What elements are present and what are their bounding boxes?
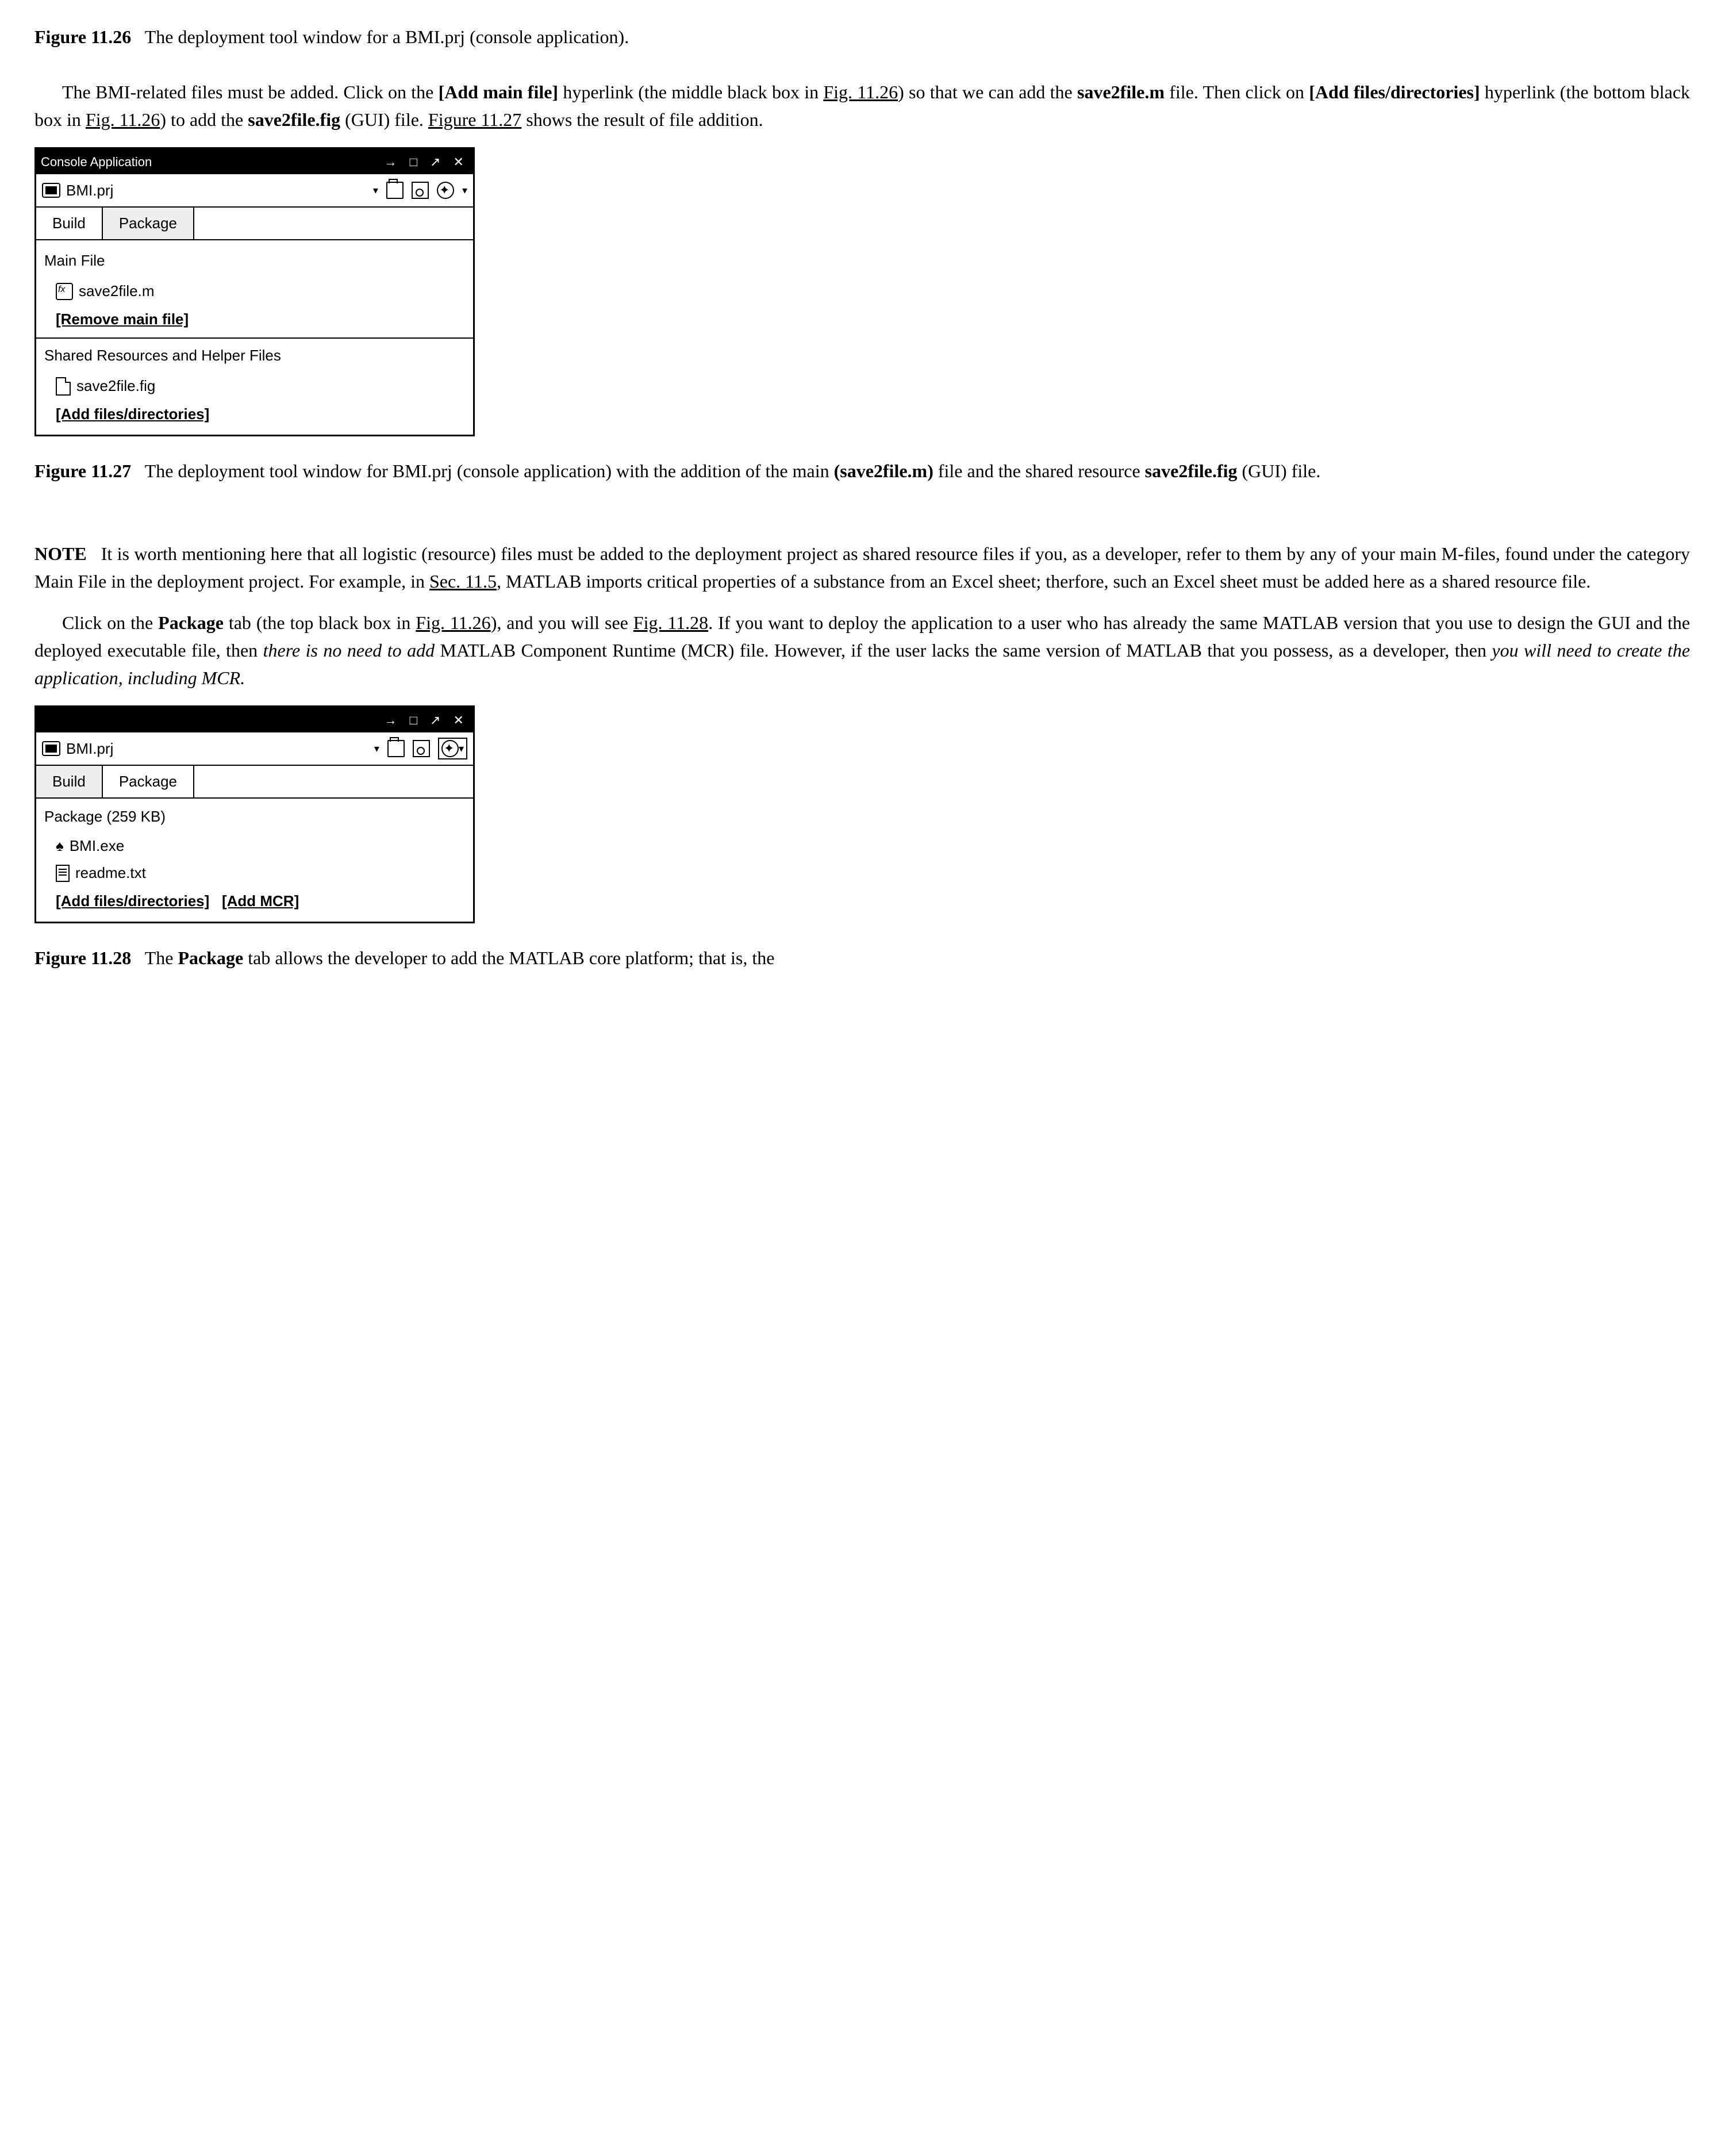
deployment-window-fig27: Console Application → □ ↗ ✕ BMI.prj ▾ ▾ … (34, 147, 475, 436)
tab-build[interactable]: Build (36, 766, 103, 797)
tab-package[interactable]: Package (103, 208, 194, 239)
figure-11-26-text: The deployment tool window for a BMI.prj… (145, 26, 629, 47)
shared-file-name: save2file.fig (76, 375, 155, 397)
window-controls[interactable]: → □ ↗ ✕ (385, 711, 469, 730)
panel-divider (36, 337, 473, 339)
main-file-row: save2file.m (44, 278, 465, 305)
text-file-icon (56, 865, 70, 882)
fig-file-icon (56, 377, 71, 396)
link-sec-11-5[interactable]: Sec. 11.5 (429, 571, 497, 592)
deployment-window-fig28: → □ ↗ ✕ BMI.prj ▾ ▾ Build Package Packag… (34, 705, 475, 923)
note-paragraph: NOTE It is worth mentioning here that al… (34, 540, 1690, 595)
main-file-name: save2file.m (79, 280, 155, 302)
figure-11-28-text: The Package tab allows the developer to … (145, 947, 775, 968)
figure-11-28-label: Figure 11.28 (34, 947, 131, 968)
figure-11-26-caption: Figure 11.26 The deployment tool window … (34, 23, 1690, 51)
remove-main-file-link-row: [Remove main file] (44, 305, 465, 332)
build-panel: Main File save2file.m [Remove main file]… (36, 240, 473, 435)
readme-file-name: readme.txt (75, 862, 146, 884)
package-links-row: [Add files/directories] [Add MCR] (44, 887, 465, 914)
project-icon (42, 183, 60, 198)
remove-main-file-link[interactable]: [Remove main file] (56, 310, 189, 328)
tab-package[interactable]: Package (103, 766, 194, 797)
shared-file-row: save2file.fig (44, 373, 465, 400)
project-icon (42, 741, 60, 756)
link-fig-11-26-c[interactable]: Fig. 11.26 (416, 612, 490, 633)
save-icon[interactable] (413, 740, 430, 757)
exe-icon: ♠ (56, 835, 64, 857)
exe-file-name: BMI.exe (70, 835, 124, 857)
toolbar: BMI.prj ▾ ▾ (36, 732, 473, 766)
figure-11-27-caption: Figure 11.27 The deployment tool window … (34, 457, 1690, 485)
package-panel: Package (259 KB) ♠ BMI.exe readme.txt [A… (36, 799, 473, 922)
link-fig-11-26-a[interactable]: Fig. 11.26 (823, 82, 898, 102)
open-icon[interactable] (386, 182, 404, 199)
add-files-directories-link[interactable]: [Add files/directories] (56, 405, 209, 423)
dropdown-icon[interactable]: ▾ (374, 741, 379, 757)
window-controls[interactable]: → □ ↗ ✕ (385, 152, 469, 171)
link-fig-11-28[interactable]: Fig. 11.28 (633, 612, 708, 633)
window-title: Console Application (41, 152, 152, 171)
dropdown-icon[interactable]: ▾ (373, 183, 378, 198)
note-label: NOTE (34, 543, 87, 564)
settings-dropdown-icon: ▾ (459, 741, 464, 757)
project-name: BMI.prj (66, 179, 113, 202)
project-name: BMI.prj (66, 738, 113, 760)
titlebar: → □ ↗ ✕ (36, 707, 473, 732)
mfile-icon (56, 283, 73, 300)
link-fig-11-27[interactable]: Figure 11.27 (428, 109, 521, 130)
settings-icon[interactable] (437, 182, 454, 199)
settings-box[interactable]: ▾ (438, 738, 467, 759)
settings-icon (441, 740, 459, 757)
figure-11-27-label: Figure 11.27 (34, 461, 131, 481)
toolbar: BMI.prj ▾ ▾ (36, 174, 473, 208)
tabbar: Build Package (36, 208, 473, 240)
body-paragraph-3: Click on the Package tab (the top black … (34, 609, 1690, 692)
body-paragraph-1: The BMI-related files must be added. Cli… (34, 78, 1690, 133)
open-icon[interactable] (387, 740, 405, 757)
save-icon[interactable] (412, 182, 429, 199)
link-fig-11-26-b[interactable]: Fig. 11.26 (86, 109, 160, 130)
tab-build[interactable]: Build (36, 208, 103, 239)
titlebar: Console Application → □ ↗ ✕ (36, 149, 473, 174)
add-mcr-link[interactable]: [Add MCR] (222, 892, 299, 910)
shared-resources-header: Shared Resources and Helper Files (44, 344, 465, 367)
exe-file-row: ♠ BMI.exe (44, 833, 465, 860)
tabbar: Build Package (36, 766, 473, 799)
figure-11-27-text: The deployment tool window for BMI.prj (… (145, 461, 1321, 481)
add-files-link-row: [Add files/directories] (44, 400, 465, 427)
add-files-directories-link[interactable]: [Add files/directories] (56, 892, 209, 910)
main-file-header: Main File (44, 250, 465, 272)
package-size: Package (259 KB) (44, 804, 465, 833)
readme-file-row: readme.txt (44, 860, 465, 887)
figure-11-28-caption: Figure 11.28 The Package tab allows the … (34, 944, 1690, 972)
figure-11-26-label: Figure 11.26 (34, 26, 131, 47)
settings-dropdown-icon[interactable]: ▾ (462, 183, 467, 198)
